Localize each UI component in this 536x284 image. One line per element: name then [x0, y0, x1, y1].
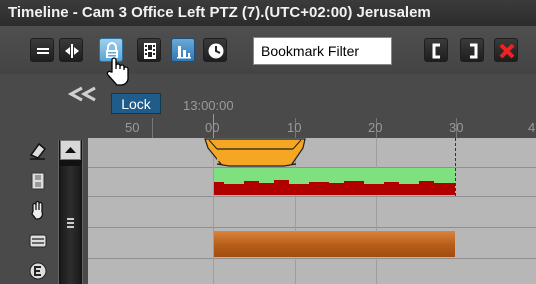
- hand-icon[interactable]: [27, 200, 49, 222]
- keyboard-icon[interactable]: [27, 230, 49, 252]
- lock-tooltip: Lock: [111, 93, 161, 114]
- tick-label: 30: [449, 120, 464, 135]
- e-icon[interactable]: [27, 260, 49, 282]
- mark-in-button[interactable]: [424, 38, 448, 62]
- mark-out-button[interactable]: [460, 38, 484, 62]
- expand-icon: [65, 44, 79, 58]
- minimize-button[interactable]: [30, 38, 54, 62]
- clock-icon: [208, 43, 224, 59]
- tick-label: 00: [205, 120, 220, 135]
- ruler-time-label: 13:00:00: [183, 98, 234, 113]
- clear-marks-button[interactable]: [494, 38, 518, 62]
- minimize-icon: [37, 48, 49, 54]
- motion-activity-track[interactable]: [214, 168, 455, 195]
- chart-button[interactable]: [171, 38, 195, 62]
- film-button[interactable]: [137, 38, 161, 62]
- bookmark-filter-input[interactable]: Bookmark Filter: [253, 37, 392, 65]
- tick-label: 50: [125, 120, 140, 135]
- timeline-window: Timeline - Cam 3 Office Left PTZ (7).(UT…: [0, 0, 536, 284]
- scroll-up-button[interactable]: [60, 140, 81, 160]
- clock-button[interactable]: [203, 38, 227, 62]
- bookmark-marker[interactable]: [204, 138, 306, 168]
- expand-button[interactable]: [59, 38, 83, 62]
- tick-label: 10: [287, 120, 302, 135]
- vertical-scrollbar[interactable]: [58, 140, 83, 284]
- double-chevron-left-icon[interactable]: [68, 86, 98, 102]
- toolbar: Bookmark Filter: [0, 26, 536, 74]
- window-title: Timeline - Cam 3 Office Left PTZ (7).(UT…: [0, 0, 536, 26]
- close-icon: [499, 43, 515, 59]
- film-icon: [144, 43, 156, 59]
- hand-cursor-icon: [106, 57, 129, 86]
- timeline-tracks[interactable]: [88, 138, 536, 284]
- track-sidebar: [0, 138, 88, 284]
- scroll-thumb[interactable]: [60, 166, 81, 284]
- film-strip-icon[interactable]: [27, 170, 49, 192]
- triangle-up-icon: [65, 147, 76, 153]
- time-ruler[interactable]: 13:00:00 50 00 10 20 30 4: [0, 74, 536, 138]
- eraser-icon[interactable]: [27, 140, 49, 162]
- bracket-left-icon: [432, 43, 440, 59]
- tick-label: 20: [368, 120, 383, 135]
- bar-chart-icon: [177, 46, 191, 59]
- tick-label: 4: [528, 120, 536, 135]
- recording-track[interactable]: [214, 231, 455, 257]
- bracket-right-icon: [470, 43, 478, 59]
- playhead-marker: [455, 138, 456, 196]
